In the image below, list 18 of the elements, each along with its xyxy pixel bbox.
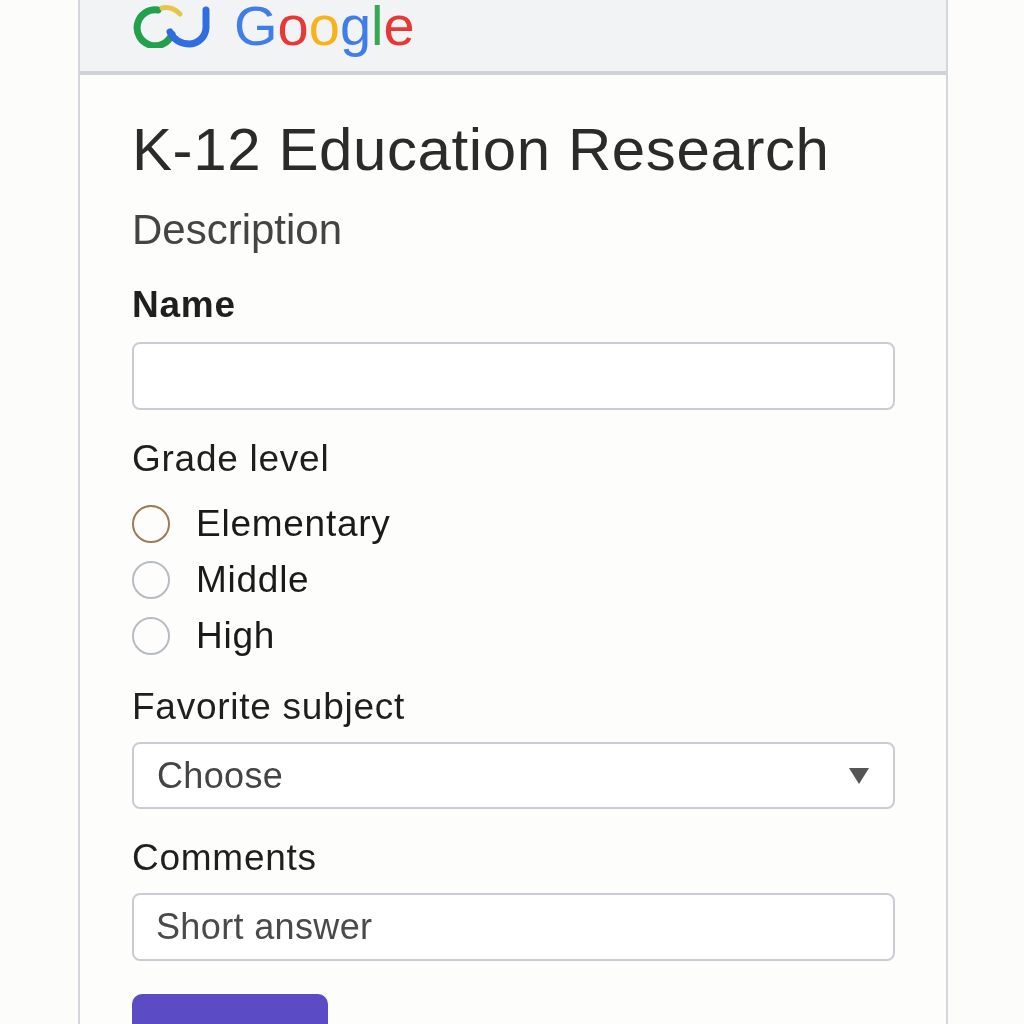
text-input-field[interactable]	[132, 342, 895, 410]
question-label: Grade level	[132, 437, 331, 481]
logo-icon	[132, 4, 210, 48]
form-title: K-12 Education Research	[132, 115, 831, 185]
logo-wordmark: Google	[234, 0, 415, 55]
question-label: Comments	[132, 836, 318, 880]
radio-label: High	[196, 614, 276, 658]
radio-button[interactable]	[132, 505, 170, 543]
question-label: Name	[132, 283, 237, 327]
question-label: Favorite subject	[132, 685, 406, 729]
caret-icon	[849, 767, 869, 784]
radio-button[interactable]	[132, 617, 170, 655]
subject-dropdown[interactable]: Choose	[132, 742, 895, 809]
radio-button[interactable]	[132, 561, 170, 599]
radio-label: Middle	[196, 558, 310, 602]
text-input-field[interactable]: Short answer	[132, 893, 895, 961]
radio-label: Elementary	[196, 502, 391, 546]
form-description: Description	[132, 205, 344, 255]
